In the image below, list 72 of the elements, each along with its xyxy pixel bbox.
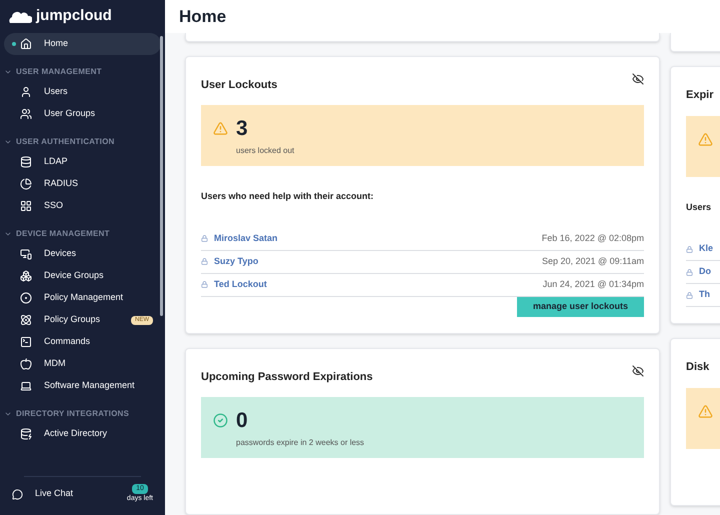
lock-icon [686,246,693,252]
lockout-time: Feb 16, 2022 @ 02:08pm [542,232,644,245]
terminal-icon [20,336,32,348]
target-icon [20,292,32,304]
card-title: Disk [686,360,710,375]
nav-item[interactable]: RADIUS [4,173,161,195]
user-link[interactable]: Ted Lockout [214,278,543,292]
count: 0 [236,409,249,433]
caption: users locked out [236,145,294,157]
laptop-icon [20,380,32,392]
lock-icon [686,292,693,298]
warning-icon [698,132,713,146]
manage-button[interactable]: manage user lockouts [516,296,644,316]
warning-icon [213,121,228,136]
count: 3 [236,117,249,141]
section-header[interactable]: DEVICE MANAGEMENT [0,225,165,243]
list-title: Users who need help with their account: [201,190,375,203]
nav-item[interactable]: Commands [4,331,161,353]
nav-item[interactable]: Device Groups [4,265,161,287]
section-header[interactable]: USER AUTHENTICATION [0,133,165,151]
section-header[interactable]: USER MANAGEMENT [0,63,165,81]
home-icon [20,38,32,50]
lock-icon [201,281,208,288]
card-title: Upcoming Password Expirations [201,370,373,384]
nav-item[interactable]: Users [4,81,161,103]
nav-item[interactable]: MDM [4,353,161,375]
database-icon [20,156,32,168]
nav-item[interactable]: Software Management [4,375,161,397]
cloud-logo-icon [8,10,32,22]
user-link[interactable]: Kle [699,242,720,256]
hide-icon[interactable] [632,72,644,84]
user-link[interactable]: Th [699,288,720,302]
lockout-time: Sep 20, 2021 @ 09:11am [542,254,644,268]
nav-item[interactable]: SSO [4,195,161,217]
grid-icon [20,200,32,212]
person-icon [20,86,32,98]
caption: passwords expire in 2 weeks or less [236,437,364,449]
devices-icon [20,248,32,260]
boxes-icon [20,270,32,282]
nav-item[interactable]: Active Directory [4,423,161,445]
pie-icon [20,178,32,190]
lockout-time: Jun 24, 2021 @ 01:34pm [542,278,644,291]
card-title: Expir [686,88,714,103]
hide-icon[interactable] [632,364,644,376]
lock-icon [201,258,208,265]
nav-item[interactable]: Home [4,33,161,55]
chevron-down-icon [4,410,12,418]
nav-item[interactable]: Policy Management [4,287,161,309]
nav-item[interactable]: User Groups [4,103,161,125]
list-title: Users [686,200,712,214]
apple-icon [20,358,32,370]
card-title: User Lockouts [201,78,278,92]
atom-icon [20,314,32,326]
nav-item[interactable]: LDAP [4,151,161,173]
check-icon [213,413,228,428]
nav-item[interactable]: Devices [4,243,161,265]
chevron-down-icon [4,138,12,146]
user-link[interactable]: Suzy Typo [214,254,542,268]
chat-icon [12,488,23,500]
user-link[interactable]: Miroslav Satan [214,232,542,246]
database-icon [20,428,32,440]
live-chat-link[interactable]: Live Chat [35,487,127,501]
warning-icon [698,404,713,418]
lock-icon [201,235,208,242]
page-title: Home [179,6,226,28]
user-link[interactable]: Do [699,265,720,279]
chevron-down-icon [4,230,12,238]
section-header[interactable]: DIRECTORY INTEGRATIONS [0,405,165,423]
people-icon [20,108,32,120]
logo-text: jumpcloud [36,6,112,26]
chevron-down-icon [4,68,12,76]
lock-icon [686,268,693,276]
